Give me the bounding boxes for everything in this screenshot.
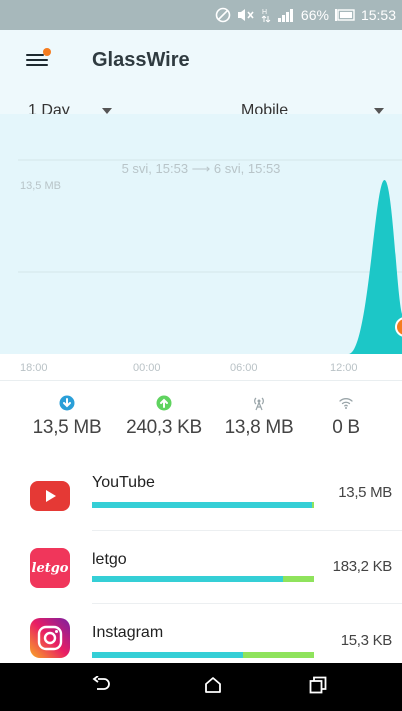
back-icon: [92, 674, 112, 699]
home-icon: [204, 676, 222, 699]
upload-bar: [243, 652, 314, 658]
chart-x-axis: 18:00 00:00 06:00 12:00: [0, 354, 402, 380]
back-button[interactable]: [72, 663, 132, 711]
x-tick-label: 06:00: [230, 362, 258, 374]
youtube-logo-icon: [30, 476, 70, 516]
chart-range-label: 5 svi, 15:53 ⟶ 6 svi, 15:53: [121, 161, 281, 176]
app-name: letgo: [92, 551, 127, 568]
x-tick-label: 18:00: [20, 362, 48, 374]
menu-button[interactable]: [26, 44, 56, 74]
download-bar: [92, 652, 243, 658]
mute-icon: [237, 7, 255, 23]
traffic-summary: 13,5 MB 240,3 KB 13,8 MB 0 B: [0, 380, 402, 459]
upload-bar: [312, 502, 314, 508]
status-bar: H 66% 15:53: [0, 0, 402, 30]
list-item-instagram[interactable]: Instagram 15,3 KB: [0, 604, 402, 663]
status-icons: H 66% 15:53: [215, 0, 396, 30]
do-not-disturb-icon: [215, 7, 231, 23]
download-bar: [92, 502, 312, 508]
usage-bar: [92, 652, 314, 658]
upload-bar: [283, 576, 314, 582]
notification-dot: [43, 48, 51, 56]
recent-apps-button[interactable]: [288, 663, 348, 711]
system-navigation-bar: [0, 663, 402, 711]
upload-value: 240,3 KB: [126, 417, 202, 438]
list-item-letgo[interactable]: letgo letgo 183,2 KB: [0, 531, 402, 603]
usage-chart-svg: [0, 159, 402, 354]
usage-bar: [92, 502, 314, 508]
usage-chart[interactable]: [0, 114, 402, 354]
download-bar: [92, 576, 283, 582]
download-icon: [17, 391, 117, 415]
wifi-value: 0 B: [332, 417, 360, 438]
letgo-logo-icon: letgo: [30, 548, 70, 588]
x-tick-label: 00:00: [133, 362, 161, 374]
app-name: YouTube: [92, 474, 155, 491]
mobile-antenna-icon: [209, 391, 309, 415]
recent-apps-icon: [309, 676, 327, 699]
battery-icon: [334, 9, 355, 21]
app-name: Instagram: [92, 624, 164, 641]
download-stat[interactable]: 13,5 MB: [17, 381, 117, 439]
clock: 15:53: [360, 7, 396, 23]
battery-percent: 66%: [300, 7, 329, 23]
svg-text:H: H: [262, 9, 267, 16]
wifi-stat[interactable]: 0 B: [296, 381, 396, 439]
mobile-value: 13,8 MB: [224, 417, 294, 438]
app-title: GlassWire: [92, 49, 190, 71]
data-series-area: [0, 180, 402, 354]
download-value: 13,5 MB: [32, 417, 102, 438]
signal-icon: [277, 7, 295, 23]
upload-stat[interactable]: 240,3 KB: [114, 381, 214, 439]
list-item-youtube[interactable]: YouTube 13,5 MB: [0, 458, 402, 530]
instagram-logo-icon: [30, 618, 70, 658]
app-usage-size: 13,5 MB: [338, 484, 392, 501]
chart-y-tick-label: 13,5 MB: [20, 180, 61, 192]
x-tick-label: 12:00: [330, 362, 358, 374]
wifi-icon: [296, 391, 396, 415]
upload-icon: [114, 391, 214, 415]
app-usage-size: 15,3 KB: [340, 632, 393, 649]
mobile-stat[interactable]: 13,8 MB: [209, 381, 309, 439]
usage-bar: [92, 576, 314, 582]
network-type-icon: H: [261, 7, 271, 23]
home-button[interactable]: [183, 663, 243, 711]
app-usage-size: 183,2 KB: [332, 558, 393, 575]
